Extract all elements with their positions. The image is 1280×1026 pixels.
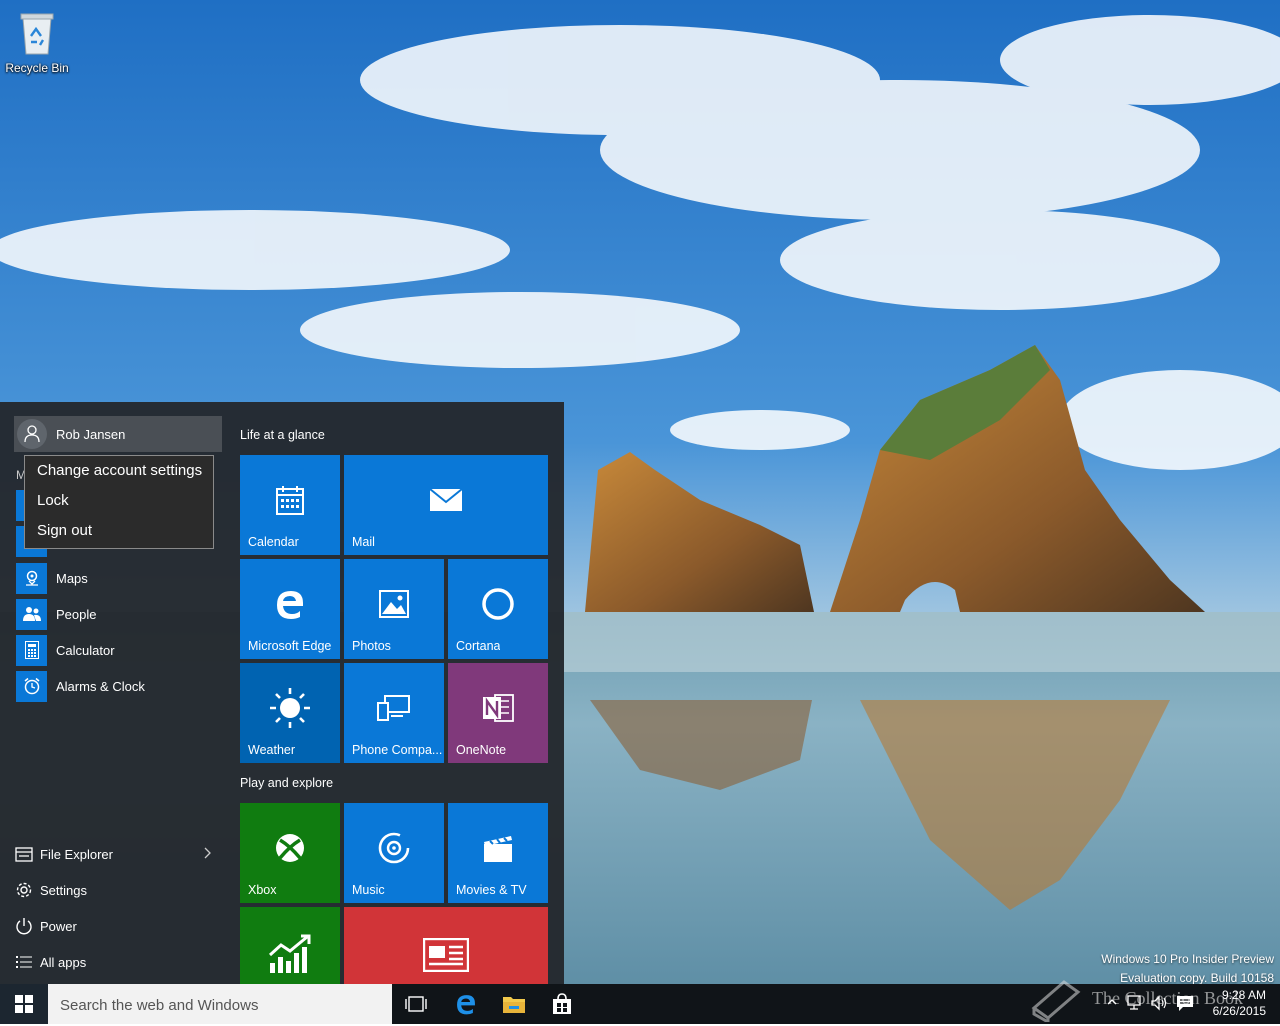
sun-icon	[270, 688, 310, 728]
tile-phone-companion[interactable]: Phone Compa...	[344, 663, 444, 763]
folder-icon	[503, 997, 525, 1013]
start-bottom-list: File Explorer Settings Power All apps	[14, 836, 224, 980]
store-icon	[553, 993, 571, 1014]
task-view-button[interactable]	[392, 984, 440, 1024]
taskbar-file-explorer-button[interactable]	[490, 984, 538, 1024]
xbox-icon	[276, 834, 304, 862]
tile-money[interactable]	[240, 907, 340, 984]
file-explorer-label: File Explorer	[40, 846, 113, 862]
settings-label: Settings	[40, 882, 87, 898]
list-icon	[16, 956, 32, 968]
tile-microsoft-edge[interactable]: Microsoft Edge	[240, 559, 340, 659]
tile-movies-tv[interactable]: Movies & TV	[448, 803, 548, 903]
watermark-edition: Windows 10 Pro Insider Preview	[1101, 952, 1274, 966]
task-view-icon	[405, 996, 427, 1012]
app-item-calculator[interactable]: Calculator	[16, 632, 226, 668]
recycle-bin-icon	[20, 13, 54, 55]
menu-item-sign-out[interactable]: Sign out	[25, 516, 213, 546]
people-icon	[22, 607, 41, 621]
tile-label: Mail	[352, 535, 375, 549]
menu-item-lock[interactable]: Lock	[25, 486, 213, 516]
search-box[interactable]	[48, 984, 392, 1026]
gear-icon	[16, 882, 32, 898]
clapperboard-icon	[484, 836, 512, 862]
news-icon	[423, 937, 469, 972]
tile-group-title-life[interactable]: Life at a glance	[240, 428, 325, 442]
search-input[interactable]	[48, 984, 382, 1026]
app-label: People	[56, 606, 97, 622]
start-button[interactable]	[0, 984, 48, 1024]
power-button[interactable]: Power	[14, 908, 224, 944]
app-label: Maps	[56, 570, 88, 586]
app-label: Alarms & Clock	[56, 678, 145, 694]
tile-group-title-play[interactable]: Play and explore	[240, 776, 333, 790]
app-item-alarms-clock[interactable]: Alarms & Clock	[16, 668, 226, 704]
file-explorer-icon	[15, 847, 33, 862]
tile-label: OneNote	[456, 743, 507, 757]
edge-icon	[457, 995, 475, 1015]
tile-music[interactable]: Music	[344, 803, 444, 903]
mail-icon	[429, 488, 463, 511]
tile-label: Cortana	[456, 639, 501, 653]
music-icon	[378, 832, 410, 864]
all-apps-label: All apps	[40, 954, 87, 970]
tile-label: Photos	[352, 639, 391, 653]
tile-onenote[interactable]: OneNote	[448, 663, 548, 763]
alarm-clock-icon	[24, 677, 39, 695]
tile-label: Music	[352, 883, 385, 897]
taskbar: 9:28 AM 6/26/2015	[0, 984, 1280, 1026]
all-apps-button[interactable]: All apps	[14, 944, 224, 980]
user-account-button[interactable]: Rob Jansen	[14, 416, 222, 452]
cortana-icon	[482, 588, 514, 620]
taskbar-store-button[interactable]	[538, 984, 586, 1024]
user-name: Rob Jansen	[56, 426, 126, 442]
edge-icon	[277, 591, 303, 619]
taskbar-edge-button[interactable]	[442, 984, 490, 1024]
tile-cortana[interactable]: Cortana	[448, 559, 548, 659]
app-label: Calculator	[56, 642, 115, 658]
maps-icon	[25, 570, 38, 586]
recycle-bin-shortcut[interactable]: Recycle Bin	[4, 8, 70, 75]
user-icon	[24, 425, 40, 443]
overlay-brand-text: The Collection Book	[1092, 988, 1243, 1008]
start-left-column: Rob Jansen M Maps People Calculator Alar…	[0, 402, 232, 984]
tile-calendar[interactable]: Calendar	[240, 455, 340, 555]
chevron-right-icon[interactable]	[202, 846, 212, 860]
tile-label: Xbox	[248, 883, 277, 897]
settings-button[interactable]: Settings	[14, 872, 224, 908]
stock-chart-icon	[268, 934, 311, 973]
recycle-bin-label: Recycle Bin	[5, 61, 69, 75]
power-icon	[16, 918, 32, 935]
tile-xbox[interactable]: Xbox	[240, 803, 340, 903]
build-watermark: Windows 10 Pro Insider Preview Evaluatio…	[1101, 950, 1274, 988]
app-item-maps[interactable]: Maps	[16, 560, 226, 596]
book-logo-icon	[1031, 980, 1081, 1022]
onenote-icon	[483, 694, 514, 722]
tile-weather[interactable]: Weather	[240, 663, 340, 763]
calendar-icon	[276, 486, 304, 515]
account-context-menu: Change account settings Lock Sign out	[24, 455, 214, 549]
tile-photos[interactable]: Photos	[344, 559, 444, 659]
power-label: Power	[40, 918, 77, 934]
tile-news[interactable]	[344, 907, 548, 984]
tile-label: Movies & TV	[456, 883, 527, 897]
file-explorer-button[interactable]: File Explorer	[14, 836, 224, 872]
menu-item-change-account-settings[interactable]: Change account settings	[25, 456, 213, 486]
most-used-list: Maps People Calculator Alarms & Clock	[16, 560, 226, 704]
tile-mail[interactable]: Mail	[344, 455, 548, 555]
tile-label: Calendar	[248, 535, 299, 549]
start-menu: Rob Jansen M Maps People Calculator Alar…	[0, 402, 564, 984]
windows-logo-icon	[15, 995, 33, 1013]
app-item-people[interactable]: People	[16, 596, 226, 632]
phone-companion-icon	[377, 695, 410, 721]
tile-label: Microsoft Edge	[248, 639, 332, 653]
avatar	[17, 419, 47, 449]
calculator-icon	[24, 641, 39, 659]
photos-icon	[379, 590, 409, 618]
tile-label: Weather	[248, 743, 296, 757]
tile-label: Phone Compa...	[352, 743, 443, 757]
